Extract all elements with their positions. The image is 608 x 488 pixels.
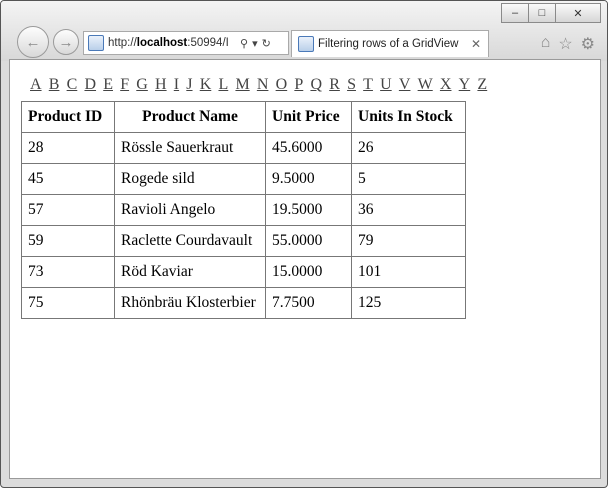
tab-filtering-rows[interactable]: Filtering rows of a GridView ✕ xyxy=(291,30,489,57)
settings-gear-icon[interactable]: ⚙ xyxy=(581,34,595,54)
cell-product-id: 57 xyxy=(21,194,115,226)
cell-product-name: Rhönbräu Klosterbier xyxy=(114,287,266,319)
cell-product-name: Ravioli Angelo xyxy=(114,194,266,226)
tab-close-icon[interactable]: ✕ xyxy=(471,37,481,51)
home-icon[interactable]: ⌂ xyxy=(541,34,551,54)
letter-link-s[interactable]: S xyxy=(347,76,356,94)
url-text: http://localhost:50994/I xyxy=(108,37,236,49)
cell-unit-price: 19.5000 xyxy=(265,194,352,226)
cell-product-id: 45 xyxy=(21,163,115,195)
letter-link-p[interactable]: P xyxy=(294,76,303,94)
favorites-star-icon[interactable]: ☆ xyxy=(558,34,572,54)
header-units-in-stock: Units In Stock xyxy=(351,101,466,133)
forward-button[interactable]: → xyxy=(53,29,79,55)
letter-link-j[interactable]: J xyxy=(186,76,192,94)
letter-link-z[interactable]: Z xyxy=(477,76,487,94)
header-product-name: Product Name xyxy=(114,101,266,133)
letter-link-q[interactable]: Q xyxy=(310,76,322,94)
cell-product-id: 73 xyxy=(21,256,115,288)
url-scheme: http:// xyxy=(108,37,137,49)
minimize-button[interactable]: – xyxy=(501,3,529,23)
address-bar[interactable]: http://localhost:50994/I ⚲ ▾ ↻ xyxy=(83,31,289,55)
cell-product-id: 28 xyxy=(21,132,115,164)
cell-units-in-stock: 79 xyxy=(351,225,466,257)
cell-unit-price: 45.6000 xyxy=(265,132,352,164)
letter-link-x[interactable]: X xyxy=(440,76,452,94)
letter-link-r[interactable]: R xyxy=(329,76,340,94)
refresh-icon[interactable]: ↻ xyxy=(262,37,271,50)
cell-product-name: Rogede sild xyxy=(114,163,266,195)
maximize-button[interactable]: □ xyxy=(528,3,556,23)
letter-link-u[interactable]: U xyxy=(380,76,392,94)
table-row: 75 Rhönbräu Klosterbier 7.7500 125 xyxy=(21,287,466,319)
letter-link-m[interactable]: M xyxy=(235,76,249,94)
cell-unit-price: 55.0000 xyxy=(265,225,352,257)
close-button[interactable]: ✕ xyxy=(555,3,601,23)
cell-product-name: Röd Kaviar xyxy=(114,256,266,288)
products-gridview: Product ID Product Name Unit Price Units… xyxy=(21,101,466,319)
letter-link-k[interactable]: K xyxy=(200,76,212,94)
letter-link-o[interactable]: O xyxy=(276,76,288,94)
table-row: 73 Röd Kaviar 15.0000 101 xyxy=(21,256,466,288)
dropdown-icon[interactable]: ▾ xyxy=(252,37,258,50)
letter-link-w[interactable]: W xyxy=(418,76,433,94)
cell-unit-price: 9.5000 xyxy=(265,163,352,195)
table-row: 59 Raclette Courdavault 55.0000 79 xyxy=(21,225,466,257)
table-row: 45 Rogede sild 9.5000 5 xyxy=(21,163,466,195)
back-button[interactable]: ← xyxy=(17,26,49,58)
header-product-id: Product ID xyxy=(21,101,115,133)
letter-link-f[interactable]: F xyxy=(120,76,129,94)
tab-favicon-icon xyxy=(298,36,314,52)
browser-window: – □ ✕ ← → http://localhost:50994/I ⚲ ▾ ↻… xyxy=(0,0,608,488)
header-unit-price: Unit Price xyxy=(265,101,352,133)
cell-product-name: Raclette Courdavault xyxy=(114,225,266,257)
window-controls: – □ ✕ xyxy=(501,3,601,23)
cell-units-in-stock: 101 xyxy=(351,256,466,288)
tab-title: Filtering rows of a GridView xyxy=(318,38,459,50)
grid-header-row: Product ID Product Name Unit Price Units… xyxy=(21,101,466,133)
browser-tools: ⌂ ☆ ⚙ xyxy=(541,34,595,54)
cell-product-name: Rössle Sauerkraut xyxy=(114,132,266,164)
cell-product-id: 75 xyxy=(21,287,115,319)
table-row: 28 Rössle Sauerkraut 45.6000 26 xyxy=(21,132,466,164)
letter-link-g[interactable]: G xyxy=(136,76,148,94)
url-rest: :50994/I xyxy=(187,37,229,49)
page-content: ABCDEFGHIJKLMNOPQRSTUVWXYZ Product ID Pr… xyxy=(9,59,601,479)
cell-unit-price: 7.7500 xyxy=(265,287,352,319)
letter-link-v[interactable]: V xyxy=(399,76,411,94)
letter-link-h[interactable]: H xyxy=(155,76,167,94)
cell-units-in-stock: 125 xyxy=(351,287,466,319)
url-host: localhost xyxy=(136,37,188,49)
back-arrow-icon: ← xyxy=(25,33,41,51)
cell-units-in-stock: 26 xyxy=(351,132,466,164)
letter-link-l[interactable]: L xyxy=(218,76,228,94)
cell-units-in-stock: 36 xyxy=(351,194,466,226)
forward-arrow-icon: → xyxy=(58,33,74,51)
letter-link-n[interactable]: N xyxy=(257,76,269,94)
cell-unit-price: 15.0000 xyxy=(265,256,352,288)
search-icon[interactable]: ⚲ xyxy=(240,37,248,50)
letter-link-c[interactable]: C xyxy=(67,76,78,94)
cell-product-id: 59 xyxy=(21,225,115,257)
letter-link-d[interactable]: D xyxy=(84,76,96,94)
cell-units-in-stock: 5 xyxy=(351,163,466,195)
page-favicon-icon xyxy=(88,35,104,51)
letter-link-a[interactable]: A xyxy=(30,76,42,94)
browser-chrome: – □ ✕ ← → http://localhost:50994/I ⚲ ▾ ↻… xyxy=(1,1,607,61)
letter-link-t[interactable]: T xyxy=(363,76,373,94)
letter-link-y[interactable]: Y xyxy=(459,76,471,94)
letter-link-e[interactable]: E xyxy=(103,76,113,94)
table-row: 57 Ravioli Angelo 19.5000 36 xyxy=(21,194,466,226)
letter-link-b[interactable]: B xyxy=(49,76,60,94)
letter-filter-links: ABCDEFGHIJKLMNOPQRSTUVWXYZ xyxy=(30,76,494,94)
letter-link-i[interactable]: I xyxy=(174,76,179,94)
